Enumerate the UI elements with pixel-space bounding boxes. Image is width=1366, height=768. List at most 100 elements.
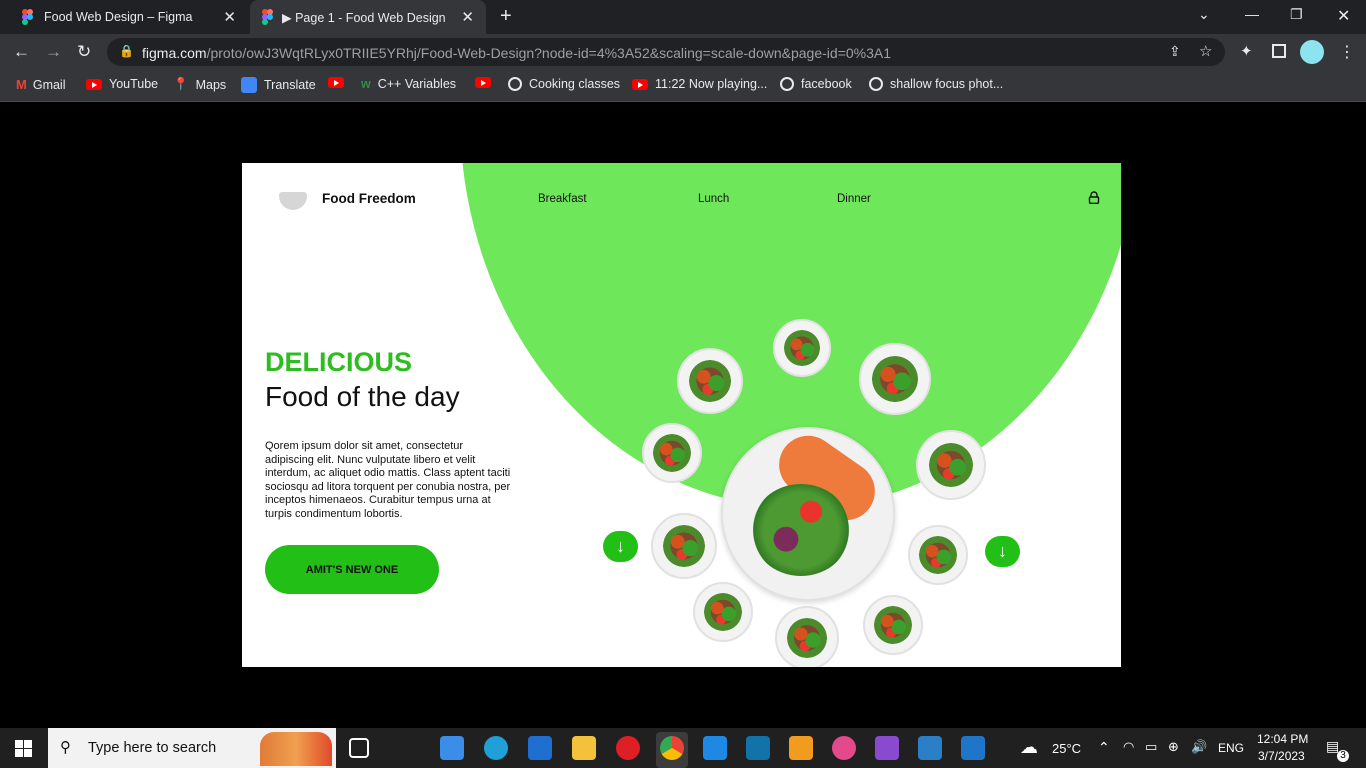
bookmark-youtube-2[interactable] — [328, 77, 351, 88]
volume-icon[interactable]: 🔊 — [1191, 739, 1207, 755]
bookmarks-bar: M Gmail YouTube 📍 Maps Translate w C++ Vari… — [0, 70, 1366, 102]
food-plate — [773, 319, 831, 377]
tray-overflow-icon[interactable]: ⌃ — [1098, 739, 1110, 756]
weather-icon[interactable]: ☁ — [1020, 737, 1038, 758]
figma-icon — [22, 9, 33, 25]
youtube-icon — [475, 77, 491, 88]
bookmark-now-playing[interactable]: 11:22 Now playing... — [632, 77, 767, 91]
bookmark-cooking-classes[interactable]: Cooking classes — [508, 77, 620, 91]
store-app-icon[interactable] — [440, 736, 464, 760]
bookmark-youtube[interactable]: YouTube — [86, 77, 158, 91]
arrow-down-right-button[interactable]: ↓ — [985, 536, 1020, 567]
tab-figma-prototype[interactable]: ▶ Page 1 - Food Web Design ✕ — [250, 0, 486, 34]
battery-icon[interactable]: ▭ — [1145, 739, 1157, 755]
tab-title: ▶ Page 1 - Food Web Design — [282, 11, 446, 25]
tab-search-icon[interactable]: ⌄ — [1198, 6, 1210, 23]
food-plate — [651, 513, 717, 579]
tab-title: Food Web Design – Figma — [44, 10, 193, 24]
nav-dinner[interactable]: Dinner — [837, 193, 871, 205]
windows-start-icon[interactable] — [15, 740, 32, 757]
arrow-down-left-button[interactable]: ↓ — [603, 531, 638, 562]
weather-temp[interactable]: 25°C — [1052, 741, 1081, 756]
minimize-icon[interactable]: — — [1245, 6, 1259, 22]
new-tab-icon[interactable]: + — [500, 5, 512, 28]
nav-breakfast[interactable]: Breakfast — [538, 193, 587, 205]
address-bar: ← → ↻ 🔒 figma.com/proto/owJ3WqtRLyx0TRII… — [0, 34, 1366, 70]
bookmark-label: Gmail — [32, 77, 66, 92]
bookmark-cpp-variables[interactable]: w C++ Variables — [361, 77, 456, 91]
close-tab-icon[interactable]: ✕ — [223, 8, 236, 26]
clock-date[interactable]: 3/7/2023 — [1258, 749, 1305, 763]
bookmark-gmail[interactable]: M Gmail — [16, 77, 66, 92]
food-plate — [775, 606, 839, 667]
profile-avatar[interactable] — [1300, 40, 1324, 64]
chrome-app-icon[interactable] — [660, 736, 684, 760]
close-window-icon[interactable]: ✕ — [1337, 6, 1350, 26]
youtube-icon — [328, 77, 344, 88]
url-path: /proto/owJ3WqtRLyx0TRIIE5YRhj/Food-Web-D… — [206, 45, 892, 61]
figma-icon — [262, 9, 273, 25]
taskbar-search[interactable]: ⚲ Type here to search — [48, 728, 336, 768]
task-view-icon[interactable] — [349, 738, 369, 758]
edge-app-icon[interactable] — [484, 736, 508, 760]
prototype-frame: Food Freedom Breakfast Lunch Dinner DELI… — [242, 163, 1121, 667]
globe-icon — [508, 77, 522, 91]
tab-figma-file[interactable]: Food Web Design – Figma ✕ — [0, 0, 248, 34]
bookmark-youtube-3[interactable] — [475, 77, 498, 88]
forward-icon[interactable]: → — [45, 42, 62, 62]
bookmark-maps[interactable]: 📍 Maps — [173, 77, 226, 92]
bookmark-label: Translate — [264, 78, 316, 92]
wifi-icon[interactable]: ◠ — [1123, 739, 1134, 755]
file-explorer-icon[interactable] — [572, 736, 596, 760]
omnibox[interactable]: 🔒 figma.com/proto/owJ3WqtRLyx0TRIIE5YRhj… — [107, 38, 1225, 66]
nav-lunch[interactable]: Lunch — [698, 193, 729, 205]
bookmark-label: Maps — [195, 77, 227, 92]
youtube-icon — [632, 78, 648, 90]
brand-name[interactable]: Food Freedom — [322, 191, 416, 206]
search-highlight-image — [260, 732, 332, 766]
arduino-app-icon[interactable] — [746, 736, 770, 760]
headline-accent: DELICIOUS — [265, 347, 413, 377]
bookmark-facebook[interactable]: facebook — [780, 77, 852, 91]
bookmark-label: shallow focus phot... — [890, 77, 1004, 91]
sublime-app-icon[interactable] — [789, 736, 813, 760]
food-plate — [642, 423, 702, 483]
video-editor-icon[interactable] — [961, 736, 985, 760]
share-icon[interactable]: ⇪ — [1169, 43, 1181, 60]
back-icon[interactable]: ← — [13, 42, 30, 62]
extensions-icon[interactable]: ✦ — [1240, 42, 1253, 60]
network-icon[interactable]: ⊕ — [1168, 739, 1179, 755]
vscode-app-icon[interactable] — [703, 736, 727, 760]
restore-icon[interactable]: ❐ — [1290, 6, 1303, 23]
bookmark-label: facebook — [801, 77, 852, 91]
creative-cloud-icon[interactable] — [832, 736, 856, 760]
food-plate — [908, 525, 968, 585]
language-indicator[interactable]: ENG — [1218, 741, 1244, 755]
url-text[interactable]: figma.com/proto/owJ3WqtRLyx0TRIIE5YRhj/F… — [142, 45, 891, 61]
globe-icon — [780, 77, 794, 91]
bookmark-label: YouTube — [109, 77, 159, 91]
description-text: Qorem ipsum dolor sit amet, consectetur … — [265, 440, 511, 520]
close-tab-icon[interactable]: ✕ — [461, 8, 474, 26]
notification-count: 3 — [1337, 750, 1349, 762]
featured-salmon-plate — [721, 424, 895, 601]
globe-icon — [869, 77, 883, 91]
reload-icon[interactable]: ↻ — [77, 42, 91, 62]
menu-icon[interactable]: ⋮ — [1339, 42, 1355, 62]
lock-icon[interactable]: 🔒 — [119, 44, 134, 58]
lock-icon[interactable] — [1088, 191, 1100, 204]
mail-app-icon[interactable] — [528, 736, 552, 760]
photos-app-icon[interactable] — [918, 736, 942, 760]
bookmark-label: C++ Variables — [377, 77, 457, 91]
bookmark-star-icon[interactable]: ☆ — [1199, 42, 1212, 60]
winrar-app-icon[interactable] — [875, 736, 899, 760]
side-panel-icon[interactable] — [1272, 44, 1286, 58]
opera-app-icon[interactable] — [616, 736, 640, 760]
bookmark-shallow-focus[interactable]: shallow focus phot... — [869, 77, 1003, 91]
bookmark-translate[interactable]: Translate — [241, 77, 316, 93]
cta-button[interactable]: AMIT'S NEW ONE — [265, 545, 439, 594]
food-plate — [863, 595, 923, 655]
bookmark-label: Cooking classes — [529, 77, 621, 91]
food-plate — [916, 430, 986, 500]
clock-time[interactable]: 12:04 PM — [1257, 732, 1308, 746]
